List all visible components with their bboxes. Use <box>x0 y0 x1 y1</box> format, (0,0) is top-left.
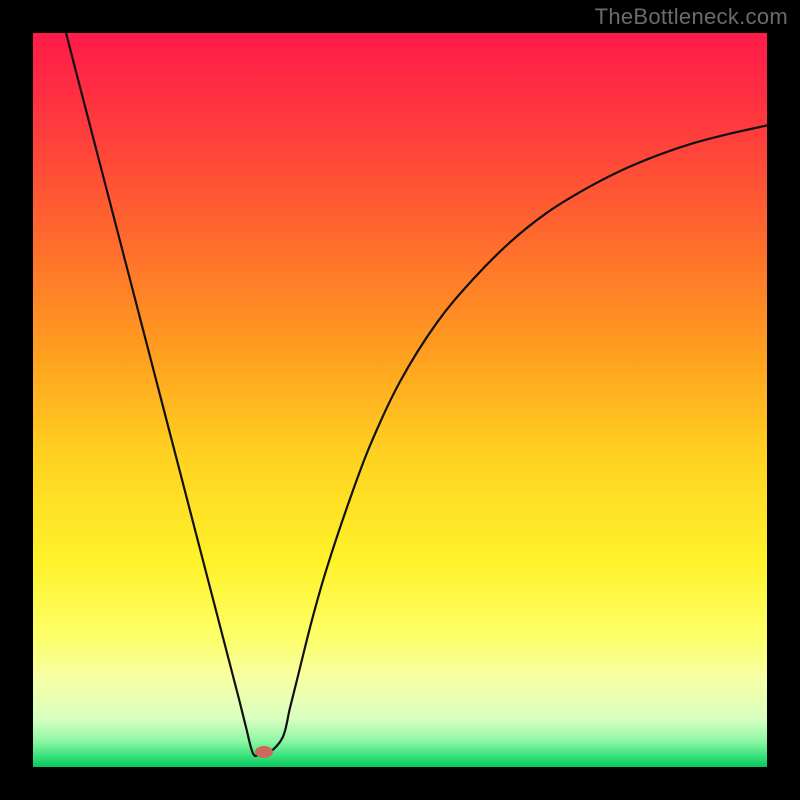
plot-border <box>33 33 767 767</box>
optimal-point-marker <box>255 746 273 758</box>
gradient-rect <box>33 33 767 767</box>
watermark-text: TheBottleneck.com <box>595 4 788 30</box>
chart-frame: TheBottleneck.com <box>0 0 800 800</box>
plot-area <box>33 33 767 767</box>
